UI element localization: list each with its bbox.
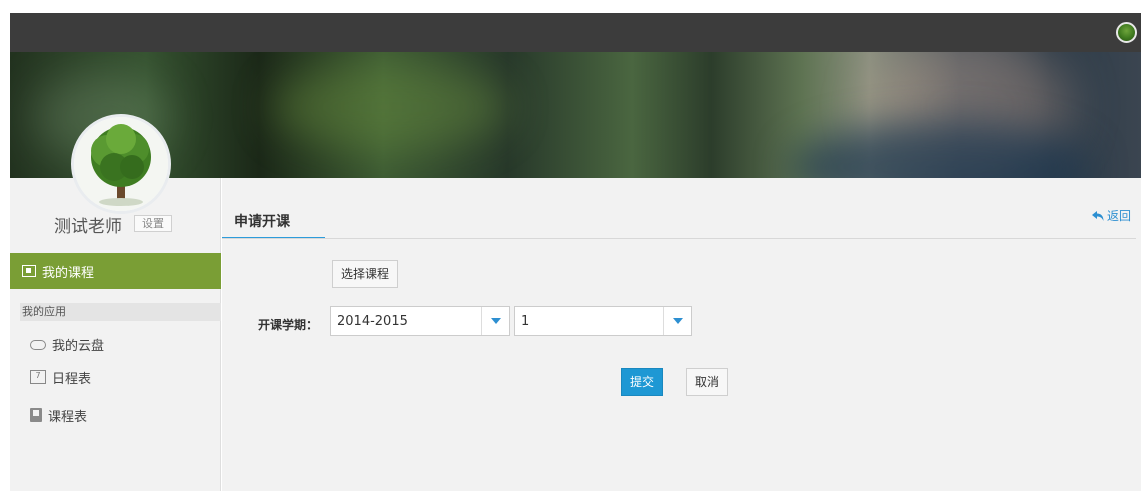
semester-select[interactable]: 1 xyxy=(514,306,692,336)
cloud-icon xyxy=(30,340,46,350)
book-icon xyxy=(30,408,42,422)
sidebar-section-my-apps: 我的应用 xyxy=(20,303,221,321)
main-panel: 申请开课 返回 选择课程 开课学期： 2014-2015 1 提交 取消 xyxy=(222,178,1141,491)
sidebar-item-cloud-drive[interactable]: 我的云盘 xyxy=(10,333,221,355)
tab-apply-course[interactable]: 申请开课 xyxy=(222,208,325,239)
academic-year-value: 2014-2015 xyxy=(337,313,408,329)
chevron-down-icon[interactable] xyxy=(663,307,691,335)
teacher-name: 测试老师 xyxy=(54,217,122,237)
user-avatar-icon[interactable] xyxy=(1116,22,1137,43)
sidebar-item-my-courses[interactable]: 我的课程 xyxy=(10,253,221,289)
profile-banner xyxy=(10,52,1141,178)
academic-year-select[interactable]: 2014-2015 xyxy=(330,306,510,336)
back-label: 返回 xyxy=(1107,209,1132,223)
tree-avatar-icon xyxy=(74,117,168,211)
calendar-icon: 7 xyxy=(30,370,46,384)
sidebar-item-timetable[interactable]: 课程表 xyxy=(10,404,221,426)
profile-avatar xyxy=(71,114,171,214)
top-bar xyxy=(10,13,1141,52)
sidebar-item-label: 日程表 xyxy=(52,371,92,387)
sidebar-item-label: 我的课程 xyxy=(42,265,95,281)
cancel-button[interactable]: 取消 xyxy=(686,368,729,396)
sidebar-item-label: 课程表 xyxy=(48,409,88,425)
select-course-button[interactable]: 选择课程 xyxy=(332,260,399,288)
tab-divider xyxy=(222,238,1136,239)
submit-button[interactable]: 提交 xyxy=(621,368,664,396)
chevron-down-icon[interactable] xyxy=(481,307,509,335)
sidebar-item-label: 我的云盘 xyxy=(52,338,105,354)
semester-value: 1 xyxy=(521,313,530,329)
back-link[interactable]: 返回 xyxy=(1091,207,1131,224)
back-arrow-icon xyxy=(1092,210,1104,221)
sidebar: 测试老师 设置 我的课程 我的应用 我的云盘 7 日程表 课程表 xyxy=(10,178,221,491)
settings-button[interactable]: 设置 xyxy=(134,215,172,232)
course-icon xyxy=(22,265,36,277)
sidebar-item-schedule[interactable]: 7 日程表 xyxy=(10,366,221,388)
term-label: 开课学期： xyxy=(258,318,319,332)
